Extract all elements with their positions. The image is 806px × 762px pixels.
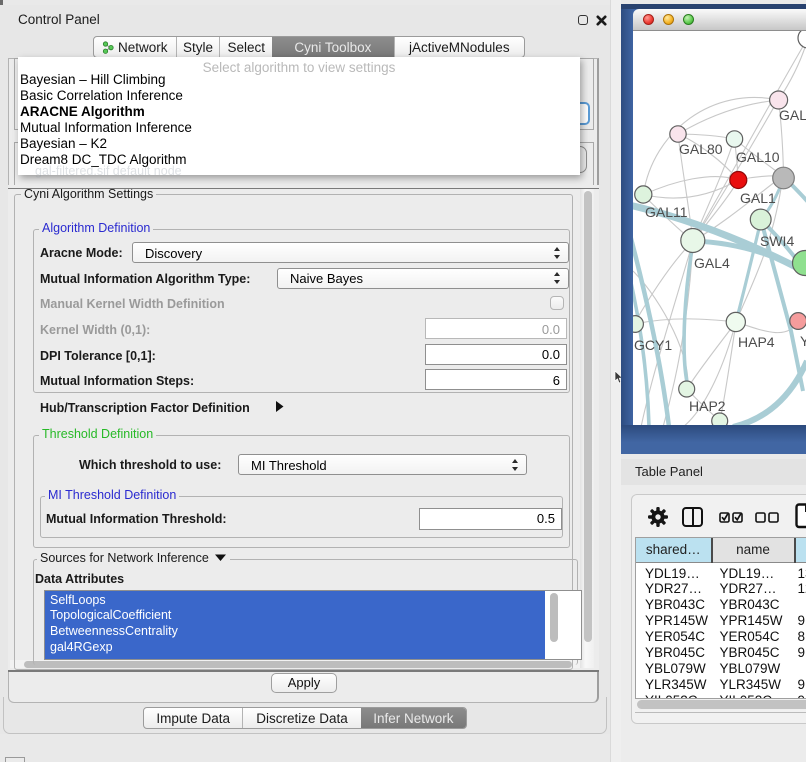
svg-text:GAL11: GAL11	[645, 204, 688, 220]
svg-text:GAL80: GAL80	[679, 141, 723, 157]
svg-text:GCY1: GCY1	[634, 337, 672, 353]
svg-text:GAL1: GAL1	[740, 190, 776, 206]
svg-text:HAP2: HAP2	[689, 398, 726, 414]
svg-text:GAL4: GAL4	[694, 255, 730, 271]
svg-text:HAP4: HAP4	[738, 334, 775, 350]
svg-text:GAL: GAL	[779, 107, 806, 123]
svg-text:SWI4: SWI4	[760, 233, 794, 249]
svg-text:Y: Y	[800, 333, 806, 349]
svg-text:GAL10: GAL10	[736, 149, 780, 165]
